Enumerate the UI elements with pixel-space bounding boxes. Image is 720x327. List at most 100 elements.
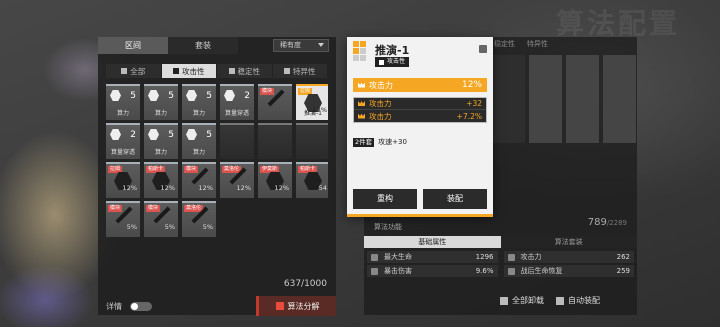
chevron-down-icon <box>318 43 324 47</box>
algorithm-card[interactable]: 模块 5% <box>106 201 140 237</box>
tab-base-attributes[interactable]: 基础属性 <box>364 236 501 248</box>
algorithm-card[interactable]: 模块 5% <box>144 201 178 237</box>
algorithm-card[interactable]: 5 算力 <box>144 84 178 120</box>
stats-grid: 最大生命 1296 攻击力 262 暴击伤害 9.6% 战后生命恢复 259 <box>367 251 634 277</box>
filter-tabs: 全部 攻击性 稳定性 特异性 <box>106 64 328 78</box>
equip-button[interactable]: 装配 <box>423 189 487 209</box>
algorithm-card[interactable]: 2 算量穿透 <box>220 84 254 120</box>
stat-value: 259 <box>616 267 630 275</box>
detail-toggle[interactable] <box>130 301 152 311</box>
algorithm-card[interactable]: 帕斯卡 54 <box>296 162 328 198</box>
algorithm-card[interactable]: 莫洛伦 5% <box>182 201 216 237</box>
algorithm-card[interactable]: 伊莫斯 12% <box>258 162 292 198</box>
inventory-count: 637/1000 <box>283 279 327 289</box>
card-percent: 5% <box>164 223 175 231</box>
card-number: 5 <box>206 130 212 140</box>
algorithm-card-grid: 5 算力 5 算力 5 算力 2 算量穿透 模块 拉姆 12% 推演-1 2 算量穿透 5 算力 5 算力 拉姆 12… <box>106 84 328 284</box>
algorithm-card[interactable]: 帕斯卡 12% <box>144 162 178 198</box>
card-tag: 模块 <box>146 205 161 212</box>
stat-name: 暴击伤害 <box>384 267 412 275</box>
capacity-value: 789 <box>587 217 607 228</box>
tab-range[interactable]: 区间 <box>98 37 168 54</box>
sort-dropdown[interactable]: 稀有度 <box>273 39 329 52</box>
card-subtitle: 算力 <box>154 110 167 117</box>
card-tag: 伊莫斯 <box>260 166 280 173</box>
heal-icon <box>507 267 515 275</box>
card-tag: 模块 <box>108 205 123 212</box>
algorithm-card[interactable] <box>296 123 328 159</box>
algorithm-card[interactable]: 2 算量穿透 <box>106 123 140 159</box>
filter-tab-stability[interactable]: 稳定性 <box>217 64 273 78</box>
stat-row: 战后生命恢复 259 <box>503 265 634 277</box>
rebuild-button[interactable]: 重构 <box>353 189 417 209</box>
equipped-slots <box>492 55 636 143</box>
detail-label: 详情 <box>106 301 122 311</box>
special-icon <box>284 68 290 74</box>
crown-icon <box>507 253 515 261</box>
stat-name: 攻击力 <box>520 253 542 261</box>
stat-row: 最大生命 1296 <box>367 251 498 263</box>
algorithm-card[interactable]: 拉姆 12% 推演-1 <box>296 84 328 120</box>
card-percent: 54 <box>318 184 327 192</box>
algorithm-card[interactable]: 5 算力 <box>106 84 140 120</box>
card-tag: 帕斯卡 <box>146 166 166 173</box>
filter-tab-label: 稳定性 <box>237 66 261 76</box>
card-subtitle: 推演-1 <box>304 110 322 117</box>
filter-tab-label: 全部 <box>130 66 146 76</box>
stat-row: 攻击力 262 <box>503 251 634 263</box>
tab-special[interactable]: 特异性 <box>527 39 548 49</box>
card-percent: 12% <box>122 184 137 192</box>
card-tag: 帕斯卡 <box>298 166 318 173</box>
filter-tab-all[interactable]: 全部 <box>106 64 162 78</box>
set-effect: 攻速+30 <box>378 138 407 146</box>
popup-buttons: 重构 装配 <box>353 189 487 209</box>
equip-slot[interactable] <box>529 55 562 143</box>
button-label: 自动装配 <box>568 296 600 305</box>
sub-stat-name: 攻击力 <box>369 111 392 121</box>
card-subtitle: 算力 <box>116 110 129 117</box>
decompose-button[interactable]: 算法分解 <box>256 296 336 316</box>
card-subtitle: 算力 <box>154 149 167 156</box>
stat-name: 战后生命恢复 <box>520 267 563 275</box>
equip-slot[interactable] <box>492 55 525 143</box>
auto-equip-button[interactable]: 自动装配 <box>556 295 600 306</box>
tab-set[interactable]: 套装 <box>168 37 238 54</box>
algorithm-card[interactable]: 5 算力 <box>144 123 178 159</box>
algorithm-card[interactable]: 莫洛伦 12% <box>220 162 254 198</box>
card-subtitle: 算力 <box>192 110 205 117</box>
algorithm-card[interactable] <box>258 123 292 159</box>
hex-icon <box>148 90 159 101</box>
unequip-all-button[interactable]: 全部卸载 <box>500 295 544 306</box>
equip-slot[interactable] <box>566 55 599 143</box>
right-bottom-bar: 全部卸载 自动装配 <box>500 295 600 306</box>
equip-slot[interactable] <box>603 55 636 143</box>
filter-tab-label: 特异性 <box>293 66 316 76</box>
lock-icon[interactable] <box>479 45 487 53</box>
algorithm-card[interactable]: 拉姆 12% <box>106 162 140 198</box>
sub-stat-value: +7.2% <box>456 111 482 121</box>
card-tag: 模块 <box>260 88 275 95</box>
card-percent: 12% <box>160 184 175 192</box>
left-bottom-bar: 详情 算法分解 <box>98 296 336 316</box>
crown-icon <box>358 101 365 106</box>
capacity-max: /2289 <box>606 219 627 227</box>
popup-title: 推演-1 <box>375 44 410 57</box>
tab-algo-sets[interactable]: 算法套装 <box>500 236 637 248</box>
algorithm-card[interactable] <box>220 123 254 159</box>
grid-icon <box>121 68 128 74</box>
algo-function-label: 算法功能 <box>374 223 402 231</box>
algorithm-card[interactable]: 模块 <box>258 84 292 120</box>
algorithm-card[interactable]: 5 算力 <box>182 84 216 120</box>
sort-label: 稀有度 <box>280 41 301 49</box>
sub-stats: 攻击力 +32 攻击力 +7.2% <box>353 97 487 123</box>
card-percent: 12% <box>198 184 213 192</box>
filter-tab-attack[interactable]: 攻击性 <box>161 64 217 78</box>
algorithm-card[interactable]: 模块 12% <box>182 162 216 198</box>
tab-stability[interactable]: 稳定性 <box>494 39 515 49</box>
algorithm-card[interactable]: 5 算力 <box>182 123 216 159</box>
stat-value: 262 <box>616 253 630 261</box>
main-stat: 攻击力 12% <box>353 78 487 92</box>
card-tag: 拉姆 <box>108 166 123 173</box>
card-percent: 12% <box>236 184 251 192</box>
filter-tab-special[interactable]: 特异性 <box>273 64 328 78</box>
